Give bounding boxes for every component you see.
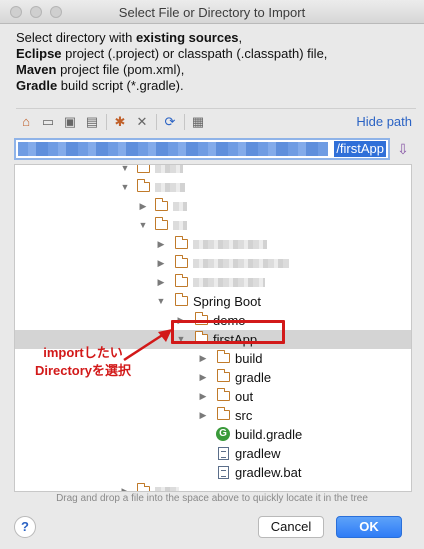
tree-row[interactable]: ▶ (15, 254, 411, 273)
tree-row-src[interactable]: ▶ src (15, 406, 411, 425)
ok-button[interactable]: OK (336, 516, 402, 538)
text-file-icon (218, 447, 229, 460)
path-history-icon[interactable]: ⇩ (396, 140, 410, 158)
tree-row[interactable]: ▼ (15, 178, 411, 197)
gradle-file-icon: G (216, 427, 230, 441)
chooser-toolbar: ⌂ ▭ ▣ ▤ ✱ ✕ ⟳ ▦ Hide path (16, 108, 416, 132)
tree-item-label: gradlew (235, 446, 281, 461)
hide-path-link[interactable]: Hide path (356, 114, 412, 129)
folder-icon (174, 293, 188, 306)
show-hidden-icon[interactable]: ▦ (190, 114, 206, 130)
home-icon[interactable]: ⌂ (18, 114, 34, 130)
delete-icon[interactable]: ✕ (134, 114, 150, 130)
tree-row[interactable]: ▶ (15, 273, 411, 292)
text-file-icon (218, 466, 229, 479)
tree-row[interactable]: ▶ (15, 197, 411, 216)
path-field[interactable]: /firstApp (14, 138, 390, 160)
instructions: Select directory with existing sources, … (16, 30, 328, 93)
tree-row[interactable]: ▼ (15, 165, 411, 178)
module-icon[interactable]: ▤ (84, 114, 100, 130)
folder-icon (216, 388, 230, 401)
tree-row[interactable]: ▶ (15, 482, 411, 491)
desktop-icon[interactable]: ▭ (40, 114, 56, 130)
path-selected-text: /firstApp (334, 141, 386, 157)
title-bar: Select File or Directory to Import (0, 0, 424, 24)
refresh-icon[interactable]: ⟳ (162, 114, 178, 130)
tree-item-label: Spring Boot (193, 294, 261, 309)
selection-highlight-box (171, 320, 285, 344)
tree-item-label: out (235, 389, 254, 404)
tree-row-spring-boot[interactable]: ▼ Spring Boot (15, 292, 411, 311)
annotation-callout: importしたい Directoryを選択 (34, 345, 132, 378)
tree-item-label: src (235, 408, 253, 423)
folder-icon (216, 369, 230, 382)
drag-drop-hint: Drag and drop a file into the space abov… (56, 493, 368, 504)
tree-row-gradlew[interactable]: gradlew (15, 444, 411, 463)
folder-icon (216, 350, 230, 363)
cancel-button[interactable]: Cancel (258, 516, 324, 538)
tree-item-label: build (235, 351, 263, 366)
tree-row-out[interactable]: ▶ out (15, 387, 411, 406)
help-button[interactable]: ? (14, 516, 36, 538)
tree-row[interactable]: ▶ (15, 235, 411, 254)
tree-item-label: gradle (235, 370, 272, 385)
new-folder-icon[interactable]: ✱ (112, 114, 128, 130)
tree-item-label: gradlew.bat (235, 465, 302, 480)
path-blurred-segment (18, 142, 328, 156)
tree-item-label: build.gradle (235, 427, 303, 442)
tree-row[interactable]: ▼ (15, 216, 411, 235)
window-title: Select File or Directory to Import (118, 5, 306, 20)
folder-icon (216, 407, 230, 420)
project-icon[interactable]: ▣ (62, 114, 78, 130)
tree-row-gradlew-bat[interactable]: gradlew.bat (15, 463, 411, 482)
tree-row-build-gradle[interactable]: G build.gradle (15, 425, 411, 444)
